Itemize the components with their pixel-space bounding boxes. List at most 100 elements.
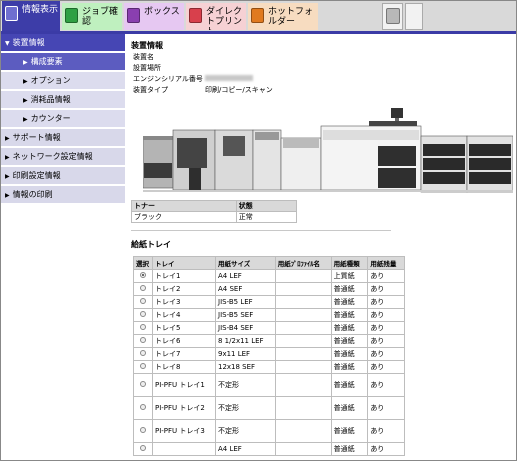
tray-header-row: 選択 トレイ 用紙サイズ 用紙ﾌﾟﾛﾌｧｲﾙ名 用紙種類 用紙残量 (133, 256, 405, 270)
tray-radio[interactable] (140, 380, 146, 387)
table-row: トレイ4 JIS-B5 SEF 普通紙 あり (133, 308, 405, 322)
triangle-down-icon: ▼ (5, 40, 10, 47)
tray-radio[interactable] (140, 426, 146, 433)
paper-type: 普通紙 (330, 360, 369, 374)
sidebar-item-label: 印刷設定情報 (12, 171, 61, 180)
triangle-right-icon: ▶ (23, 116, 28, 123)
tray-name: トレイ3 (152, 295, 216, 309)
sidebar-item-device-info[interactable]: ▼ 装置情報 (1, 34, 125, 52)
paper-type: 普通紙 (330, 347, 369, 361)
paper-profile (274, 282, 332, 296)
device-type-row: 装置タイプ 印刷/コピー/スキャン (133, 85, 273, 95)
table-row: トレイ7 9x11 LEF 普通紙 あり (133, 347, 405, 361)
paper-type: 普通紙 (330, 442, 369, 456)
sidebar-item-label: 消耗品情報 (30, 95, 71, 104)
paper-profile (274, 321, 332, 335)
sidebar-item-counter[interactable]: ▶ カウンター (1, 110, 125, 128)
extra-button[interactable] (405, 3, 423, 30)
sidebar-item-label: 構成要素 (30, 57, 63, 66)
paper-size: JIS-B4 SEF (215, 321, 276, 335)
table-row: PI-PFU トレイ1 不定形 普通紙 あり (133, 373, 405, 397)
sidebar-item-label: 情報の印刷 (12, 190, 53, 199)
tray-name: トレイ4 (152, 308, 216, 322)
paper-remaining: あり (367, 419, 405, 443)
paper-type: 普通紙 (330, 295, 369, 309)
paper-size: 不定形 (215, 373, 276, 397)
serial-row: エンジンシリアル番号 (133, 74, 253, 84)
col-paper-remaining: 用紙残量 (367, 256, 405, 270)
device-type-label: 装置タイプ (133, 86, 168, 94)
paper-profile (274, 269, 332, 283)
tab-label: ホットフォルダー (268, 7, 314, 27)
table-row: PI-PFU トレイ2 不定形 普通紙 あり (133, 396, 405, 420)
triangle-right-icon: ▶ (23, 59, 28, 66)
table-row: トレイ2 A4 SEF 普通紙 あり (133, 282, 405, 296)
sidebar-item-print-settings[interactable]: ▶ 印刷設定情報 (1, 167, 125, 185)
table-row: A4 LEF 普通紙 あり (133, 442, 405, 456)
tray-radio[interactable] (140, 445, 146, 451)
tray-radio[interactable] (140, 311, 146, 317)
table-row: トレイ8 12x18 SEF 普通紙 あり (133, 360, 405, 374)
device-status-button[interactable] (382, 3, 403, 30)
triangle-right-icon: ▶ (5, 135, 10, 142)
paper-remaining: あり (367, 321, 405, 335)
tab-label: ボックス (144, 7, 180, 17)
paper-profile (274, 347, 332, 361)
paper-profile (274, 334, 332, 348)
paper-size: A4 LEF (215, 269, 276, 283)
serial-value-redacted (205, 74, 253, 82)
app-window: 情報表示 ジョブ確認 ボックス ダイレクトプリント ホットフォルダー ▼装置情報… (0, 0, 517, 461)
tray-section-title: 給紙トレイ (131, 240, 171, 249)
sidebar-item-network-settings[interactable]: ▶ ネットワーク設定情報 (1, 148, 125, 166)
tray-name: トレイ1 (152, 269, 216, 283)
status-header: 状態 (235, 200, 298, 212)
tray-radio[interactable] (140, 337, 146, 343)
sidebar-item-label: オプション (30, 76, 71, 85)
tray-name: PI-PFU トレイ3 (152, 419, 216, 443)
device-name-label: 装置名 (133, 53, 154, 61)
tab-label: 情報表示 (22, 5, 59, 15)
paper-type: 上質紙 (330, 269, 369, 283)
tray-radio[interactable] (140, 363, 146, 369)
tray-radio[interactable] (140, 272, 146, 278)
col-select: 選択 (133, 256, 153, 270)
paper-size: 9x11 LEF (215, 347, 276, 361)
sidebar-item-consumables[interactable]: ▶ 消耗品情報 (1, 91, 125, 109)
tray-name: トレイ2 (152, 282, 216, 296)
sidebar: ▼ 装置情報 ▶ 構成要素 ▶ オプション ▶ 消耗品情報 ▶ カウンター ▶ サポート情報… (1, 34, 125, 460)
table-row: ブラック 正常 (131, 211, 298, 223)
paper-profile (274, 442, 332, 456)
paper-size: 不定形 (215, 419, 276, 443)
tray-radio[interactable] (140, 403, 146, 410)
tab-hot-folder[interactable]: ホットフォルダー (248, 3, 318, 30)
table-row: トレイ1 A4 LEF 上質紙 あり (133, 269, 405, 283)
sidebar-item-options[interactable]: ▶ オプション (1, 72, 125, 90)
paper-remaining: あり (367, 269, 405, 283)
tray-name: トレイ7 (152, 347, 216, 361)
col-paper-size: 用紙サイズ (215, 256, 276, 270)
tray-radio[interactable] (140, 350, 146, 356)
paper-remaining: あり (367, 282, 405, 296)
tab-job-check[interactable]: ジョブ確認 (62, 3, 122, 30)
tab-direct-print[interactable]: ダイレクトプリント (186, 3, 246, 30)
paper-remaining: あり (367, 308, 405, 322)
sidebar-item-configuration[interactable]: ▶ 構成要素 (1, 53, 125, 71)
paper-remaining: あり (367, 347, 405, 361)
paper-size: 8 1/2x11 LEF (215, 334, 276, 348)
sidebar-item-label: サポート情報 (12, 133, 61, 142)
toner-color: ブラック (131, 211, 237, 223)
tab-device-info[interactable]: 情報表示 (2, 1, 60, 31)
location-row: 設置場所 (133, 63, 161, 73)
tray-radio[interactable] (140, 324, 146, 330)
hot-folder-icon (251, 8, 264, 23)
sidebar-item-print-info[interactable]: ▶ 情報の印刷 (1, 186, 125, 204)
paper-type: 普通紙 (330, 334, 369, 348)
tray-radio[interactable] (140, 298, 146, 304)
table-row: PI-PFU トレイ3 不定形 普通紙 あり (133, 419, 405, 443)
tab-box[interactable]: ボックス (124, 3, 184, 30)
tray-radio[interactable] (140, 285, 146, 291)
sidebar-item-label: 装置情報 (12, 38, 45, 47)
paper-size: 不定形 (215, 396, 276, 420)
sidebar-item-support[interactable]: ▶ サポート情報 (1, 129, 125, 147)
col-tray: トレイ (152, 256, 216, 270)
